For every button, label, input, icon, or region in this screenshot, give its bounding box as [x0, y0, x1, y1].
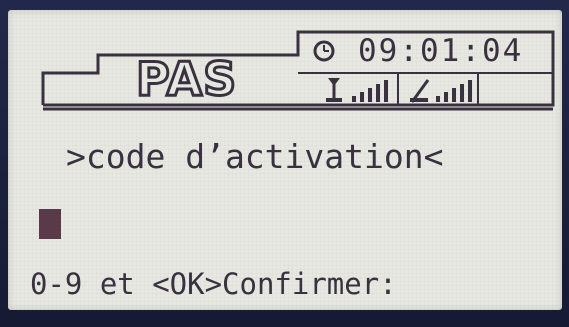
- pas-logo: PAS: [134, 52, 238, 106]
- footer-hint: 0-9 et <OK>Confirmer:: [30, 267, 397, 301]
- clock-icon: [313, 40, 335, 62]
- antenna-signal-icon: [326, 78, 388, 102]
- header-frame: [41, 30, 555, 111]
- lcd-screen: PAS 09:01:04 >code d’activation< 0-9 et …: [8, 10, 562, 310]
- activation-code-prompt: >code d’activation<: [66, 137, 444, 176]
- network-signal-icon: [410, 79, 472, 103]
- text-cursor[interactable]: [39, 209, 61, 239]
- clock-time: 09:01:04: [358, 33, 524, 69]
